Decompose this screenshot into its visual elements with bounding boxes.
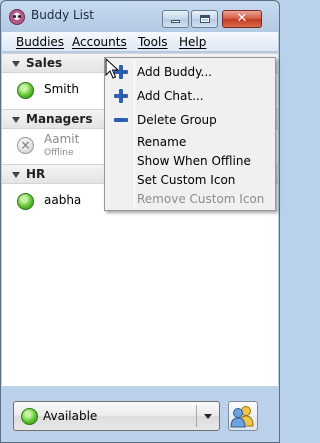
chevron-down-icon[interactable] [12, 117, 20, 123]
minimize-button[interactable] [162, 10, 189, 28]
menu-item-set-custom-icon[interactable]: Set Custom Icon [107, 170, 273, 191]
buddy-status-text: Offline [44, 148, 74, 158]
menu-item-add-buddy[interactable]: Add Buddy... [107, 62, 273, 83]
pidgin-app-icon[interactable] [9, 9, 25, 25]
menu-item-rename[interactable]: Rename [107, 132, 273, 153]
buddy-list-window: Buddy List ✕ Buddies Accounts Tools Help… [0, 0, 280, 443]
menu-item-label: Delete Group [137, 113, 217, 127]
menu-item-label: Add Buddy... [137, 65, 212, 79]
menu-item-delete-group[interactable]: Delete Group [107, 110, 273, 131]
minus-icon [113, 112, 129, 128]
menu-item-show-when-offline[interactable]: Show When Offline [107, 151, 273, 172]
menu-item-label: Rename [137, 135, 187, 149]
window-title: Buddy List [31, 8, 94, 22]
minimize-icon [171, 20, 180, 23]
title-bar[interactable]: Buddy List ✕ [1, 1, 279, 31]
menu-help[interactable]: Help [179, 35, 206, 49]
mouse-cursor-icon [105, 58, 119, 79]
available-status-icon [17, 82, 34, 99]
buddy-name: Smith [44, 82, 79, 96]
available-status-icon [21, 408, 38, 425]
buddy-icon-button[interactable] [228, 401, 258, 431]
offline-status-icon: × [17, 137, 34, 154]
close-icon: ✕ [236, 11, 248, 26]
menu-item-label: Show When Offline [137, 154, 251, 168]
dropdown-arrow-icon[interactable] [204, 414, 212, 419]
menu-bar: Buddies Accounts Tools Help [2, 32, 278, 52]
menu-item-add-chat[interactable]: Add Chat... [107, 86, 273, 107]
chevron-down-icon[interactable] [12, 61, 20, 67]
close-button[interactable]: ✕ [222, 10, 262, 28]
status-selector[interactable]: Available [13, 401, 220, 431]
menu-item-label: Remove Custom Icon [137, 192, 265, 206]
available-status-icon [17, 193, 34, 210]
plus-icon [113, 88, 129, 104]
group-context-menu: Add Buddy... Add Chat... Delete Group Re… [104, 57, 276, 211]
maximize-button[interactable] [191, 10, 218, 28]
buddy-icon [230, 406, 254, 428]
dropdown-divider [196, 405, 197, 427]
menu-item-label: Set Custom Icon [137, 173, 236, 187]
menu-accounts[interactable]: Accounts [72, 35, 127, 49]
group-name: Managers [26, 112, 93, 126]
maximize-icon [200, 15, 210, 23]
group-name: HR [26, 167, 46, 181]
status-label: Available [43, 409, 98, 423]
menu-tools[interactable]: Tools [138, 35, 168, 49]
buddy-name: aabha [44, 193, 82, 207]
group-name: Sales [26, 56, 63, 70]
chevron-down-icon[interactable] [12, 172, 20, 178]
buddy-name: Aamit [44, 132, 80, 146]
menu-buddies[interactable]: Buddies [16, 35, 64, 49]
menu-item-remove-custom-icon: Remove Custom Icon [107, 189, 273, 210]
menu-item-label: Add Chat... [137, 89, 204, 103]
status-bar: Available [2, 387, 278, 442]
